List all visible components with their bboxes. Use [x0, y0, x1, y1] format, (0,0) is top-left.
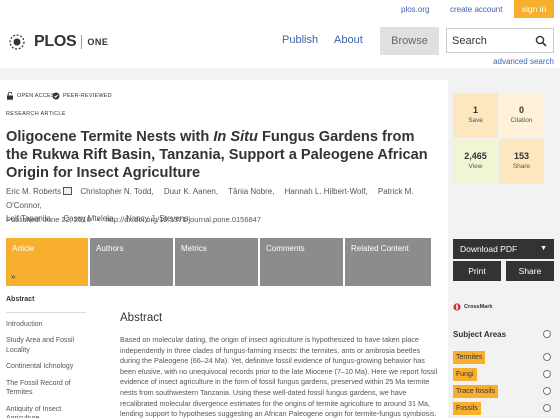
logo-divider [81, 35, 83, 49]
tab-comments-label: Comments [266, 244, 305, 253]
subject-tag-trace-fossils[interactable]: Trace fossils [453, 385, 499, 398]
abstract-heading: Abstract [120, 312, 163, 324]
plos-one-logo[interactable]: PLOS ONE [8, 31, 108, 53]
section-link-ichnology[interactable]: Continental Ichnology [6, 362, 86, 372]
metric-view[interactable]: 2,465 View [453, 139, 498, 184]
share-count: 153 [513, 151, 530, 161]
subject-toggle-icon[interactable] [543, 353, 551, 361]
section-link-fossil-record[interactable]: The Fossil Record of Termites [6, 379, 86, 398]
view-count: 2,465 [464, 151, 487, 161]
metric-citation[interactable]: 0 Citation [499, 93, 544, 138]
doi-link[interactable]: http://dx.doi.org/10.1371/journal.pone.0… [105, 215, 261, 224]
subject-tag-fossils[interactable]: Fossils [453, 402, 481, 415]
tab-comments[interactable]: Comments [260, 238, 343, 286]
search-input[interactable]: Search [446, 28, 554, 53]
subject-tag-termites[interactable]: Termites [453, 351, 486, 364]
tab-authors-label: Authors [96, 244, 124, 253]
pub-separator: • [96, 215, 100, 224]
article-tabs: Article » Authors Metrics Comments Relat… [6, 238, 431, 286]
download-pdf-button[interactable]: Download PDF ▼ [453, 239, 554, 259]
crossmark-icon [453, 303, 461, 311]
author-name[interactable]: Duur K. Aanen, [164, 187, 218, 196]
author-name[interactable]: Tânia Nobre, [228, 187, 274, 196]
peer-reviewed-label: PEER-REVIEWED [63, 93, 112, 99]
subject-tag-fungi[interactable]: Fungi [453, 368, 477, 381]
crossmark-label: CrossMark [464, 304, 493, 310]
chevron-down-icon: » [11, 272, 16, 281]
share-label: Share [512, 163, 531, 170]
plos-org-link[interactable]: plos.org [401, 5, 429, 14]
open-lock-icon [7, 92, 13, 100]
print-button[interactable]: Print [453, 261, 501, 281]
abstract-text: Based on molecular dating, the origin of… [120, 335, 438, 418]
crossmark-badge[interactable]: CrossMark [453, 303, 492, 311]
open-access-badge: OPEN ACCESS [6, 92, 59, 100]
tab-related-label: Related Content [351, 244, 409, 253]
metric-share[interactable]: 153 Share [499, 139, 544, 184]
section-link-introduction[interactable]: Introduction [6, 320, 86, 330]
logo-one-text: ONE [87, 37, 109, 47]
save-label: Save [468, 117, 483, 124]
search-placeholder: Search [452, 35, 487, 47]
sign-in-button[interactable]: sign in [514, 0, 554, 18]
author-name[interactable]: Hannah L. Hilbert-Wolf, [285, 187, 368, 196]
author-name[interactable]: Christopher N. Todd, [80, 187, 153, 196]
article-type: RESEARCH ARTICLE [6, 111, 66, 117]
peer-reviewed-badge: PEER-REVIEWED [52, 92, 112, 100]
save-count: 1 [472, 105, 478, 115]
section-link-abstract[interactable]: Abstract [6, 295, 86, 305]
citation-label: Citation [510, 117, 533, 124]
section-divider [6, 311, 86, 313]
title-part-1: Oligocene Termite Nests with [6, 129, 214, 145]
subject-toggle-icon[interactable] [543, 370, 551, 378]
email-icon[interactable] [63, 187, 73, 195]
nav-publish[interactable]: Publish [282, 34, 318, 46]
nav-browse[interactable]: Browse [380, 27, 439, 55]
tab-authors[interactable]: Authors [90, 238, 173, 286]
search-icon[interactable] [535, 35, 547, 47]
share-button[interactable]: Share [506, 261, 554, 281]
view-label: View [468, 163, 483, 170]
peer-reviewed-icon [52, 92, 60, 100]
title-italic: In Situ [213, 129, 258, 145]
tab-related-content[interactable]: Related Content [345, 238, 431, 286]
article-title: Oligocene Termite Nests with In Situ Fun… [6, 128, 436, 182]
nav-about[interactable]: About [334, 34, 363, 46]
tab-article[interactable]: Article » [6, 238, 88, 286]
tab-metrics-label: Metrics [181, 244, 207, 253]
subject-areas-heading: Subject Areas [453, 330, 507, 339]
logo-plos-text: PLOS [34, 33, 77, 50]
create-account-link[interactable]: create account [450, 5, 502, 14]
plos-logo-icon [9, 34, 25, 50]
tab-article-label: Article [12, 244, 35, 253]
chevron-down-icon: ▼ [540, 245, 547, 252]
metric-save[interactable]: 1 Save [453, 93, 498, 138]
subject-toggle-icon[interactable] [543, 387, 551, 395]
author-name[interactable]: Eric M. Roberts [6, 187, 61, 196]
utility-bar: plos.org create account sign in [0, 0, 560, 20]
section-link-study-area[interactable]: Study Area and Fossil Locality [6, 336, 86, 355]
download-pdf-label: Download PDF [460, 244, 518, 254]
subject-toggle-icon[interactable] [543, 404, 551, 412]
published-date: Published: June 22, 2016 [6, 215, 91, 224]
info-icon[interactable] [543, 330, 551, 338]
citation-count: 0 [518, 105, 524, 115]
section-nav: Abstract Introduction Study Area and Fos… [6, 295, 86, 418]
tab-metrics[interactable]: Metrics [175, 238, 258, 286]
section-link-antiquity[interactable]: Antiquity of Insect Agriculture [6, 405, 86, 418]
publication-info: Published: June 22, 2016 • http://dx.doi… [6, 215, 261, 224]
advanced-search-link[interactable]: advanced search [493, 57, 554, 66]
